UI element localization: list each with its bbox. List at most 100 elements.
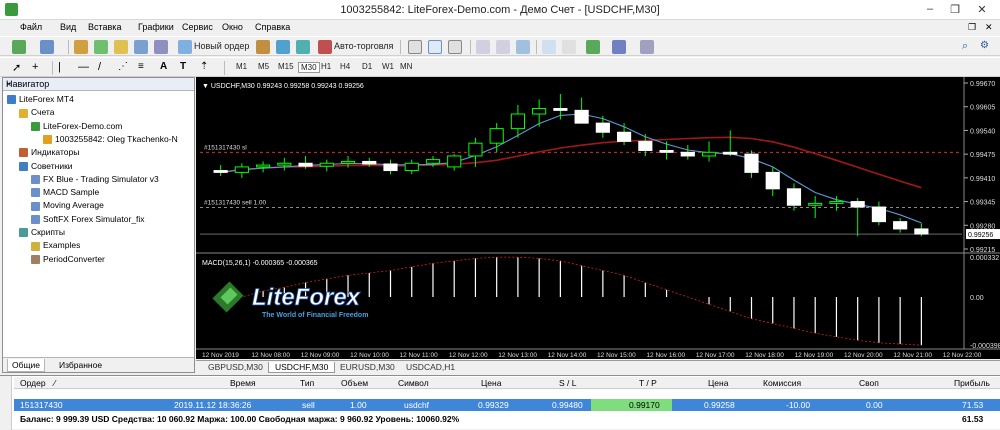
- timeframe-m5[interactable]: M5: [258, 62, 269, 71]
- restore-icon[interactable]: ❐: [968, 22, 976, 33]
- fibonacci-icon[interactable]: ≡: [138, 61, 152, 75]
- terminal-icon[interactable]: [134, 40, 148, 54]
- maximize-button[interactable]: ❐: [945, 3, 965, 16]
- col-order[interactable]: Ордер: [20, 378, 46, 388]
- close-chart-icon[interactable]: ✕: [985, 22, 993, 33]
- navigator-item[interactable]: Скрипты: [19, 227, 65, 238]
- navigator-item[interactable]: LiteForex MT4: [7, 94, 74, 105]
- navigator-item[interactable]: Moving Average: [31, 200, 104, 211]
- candle-body: [765, 171, 780, 190]
- chart-tab-usdcad[interactable]: USDCAD,H1: [400, 362, 461, 373]
- col-sl[interactable]: S / L: [559, 378, 576, 388]
- templates-icon[interactable]: [640, 40, 654, 54]
- navigator-item[interactable]: LiteForex-Demo.com: [31, 121, 122, 132]
- candlestick-icon[interactable]: [428, 40, 442, 54]
- col-commission[interactable]: Комиссия: [763, 378, 801, 388]
- alerts-icon[interactable]: [276, 40, 290, 54]
- timeframe-mn[interactable]: MN: [400, 62, 412, 71]
- navigator-icon[interactable]: [114, 40, 128, 54]
- tab-general[interactable]: Общие: [7, 359, 45, 372]
- navigator-item[interactable]: 1003255842: Oleg Tkachenko-N: [43, 134, 178, 145]
- bar-chart-icon[interactable]: [408, 40, 422, 54]
- periods-icon[interactable]: [612, 40, 626, 54]
- timeframe-m30[interactable]: M30: [298, 62, 320, 73]
- trendline-icon[interactable]: /: [98, 61, 112, 75]
- auto-trading-icon[interactable]: [318, 40, 332, 54]
- tab-favorites[interactable]: Избранное: [55, 359, 106, 371]
- order-label-sell: #151317430 sell 1.00: [204, 199, 267, 206]
- crosshair-icon[interactable]: +: [32, 61, 46, 75]
- navigator-item[interactable]: Индикаторы: [19, 147, 79, 158]
- navigator-item[interactable]: MACD Sample: [31, 187, 99, 198]
- text-icon[interactable]: A: [160, 61, 174, 75]
- timeframe-w1[interactable]: W1: [382, 62, 394, 71]
- menu-file[interactable]: Файл: [20, 22, 42, 32]
- zoom-out-icon[interactable]: [496, 40, 510, 54]
- col-current-price[interactable]: Цена: [708, 378, 728, 388]
- col-profit[interactable]: Прибыль: [954, 378, 990, 388]
- minimize-button[interactable]: –: [920, 3, 940, 15]
- chart-tab-gbpusd[interactable]: GBPUSD,M30: [202, 362, 269, 373]
- ma-blue-line: [220, 113, 922, 224]
- col-volume[interactable]: Объем: [341, 378, 368, 388]
- auto-trading-button[interactable]: Авто-торговля: [334, 41, 393, 51]
- candle-body: [595, 122, 610, 133]
- navigator-item[interactable]: PeriodConverter: [31, 254, 105, 265]
- navigator-item[interactable]: Счета: [19, 107, 54, 118]
- col-price[interactable]: Цена: [481, 378, 501, 388]
- tile-windows-icon[interactable]: [516, 40, 530, 54]
- chart-shift-icon[interactable]: [562, 40, 576, 54]
- timeframe-d1[interactable]: D1: [362, 62, 372, 71]
- data-window-icon[interactable]: [94, 40, 108, 54]
- zoom-in-icon[interactable]: [476, 40, 490, 54]
- menu-window[interactable]: Окно: [222, 22, 243, 32]
- navigator-item[interactable]: SoftFX Forex Simulator_fix: [31, 214, 145, 225]
- channel-icon[interactable]: ⋰: [118, 61, 132, 75]
- horizontal-line-icon[interactable]: —: [78, 61, 92, 75]
- col-swap[interactable]: Своп: [859, 378, 879, 388]
- label-icon[interactable]: T: [180, 61, 194, 75]
- navigator-item[interactable]: Советники: [19, 161, 73, 172]
- price-chart[interactable]: #151317430 sl #151317430 sell 1.00 0.9967…: [196, 77, 1000, 359]
- navigator-panel: Навигатор × LiteForex MT4 Счета LiteForex-…: [2, 77, 195, 373]
- order-row[interactable]: 151317430 2019.11.12 18:36:26 sell 1.00 …: [14, 399, 1000, 411]
- timeframe-h4[interactable]: H4: [340, 62, 350, 71]
- new-order-button[interactable]: Новый ордер: [194, 41, 249, 51]
- profiles-icon[interactable]: [40, 40, 54, 54]
- new-order-icon[interactable]: [178, 40, 192, 54]
- col-time[interactable]: Время: [230, 378, 256, 388]
- cursor-icon[interactable]: ➚: [12, 61, 26, 75]
- timeframe-m1[interactable]: M1: [236, 62, 247, 71]
- new-chart-icon[interactable]: [12, 40, 26, 54]
- menu-insert[interactable]: Вставка: [88, 22, 121, 32]
- chart-tab-eurusd[interactable]: EURUSD,M30: [334, 362, 401, 373]
- navigator-close-icon[interactable]: ×: [6, 79, 191, 89]
- timeframe-h1[interactable]: H1: [321, 62, 331, 71]
- arrows-icon[interactable]: ⇡: [200, 61, 214, 75]
- menu-help[interactable]: Справка: [255, 22, 290, 32]
- search-icon[interactable]: ⌕: [962, 40, 976, 54]
- chart-window[interactable]: #151317430 sl #151317430 sell 1.00 0.9967…: [196, 77, 1000, 359]
- chart-tab-usdchf[interactable]: USDCHF,M30: [268, 362, 336, 373]
- signals-icon[interactable]: [296, 40, 310, 54]
- settings-icon[interactable]: ⚙: [980, 40, 994, 54]
- menu-view[interactable]: Вид: [60, 22, 76, 32]
- navigator-item[interactable]: Examples: [31, 240, 80, 251]
- col-symbol[interactable]: Символ: [398, 378, 429, 388]
- time-label: 12 Nov 2019: [202, 352, 239, 359]
- timeframe-m15[interactable]: M15: [278, 62, 294, 71]
- col-tp[interactable]: T / P: [639, 378, 657, 388]
- metaeditor-icon[interactable]: [256, 40, 270, 54]
- tester-icon[interactable]: [154, 40, 168, 54]
- menu-charts[interactable]: Графики: [138, 22, 174, 32]
- col-type[interactable]: Тип: [300, 378, 314, 388]
- menu-tools[interactable]: Сервис: [182, 22, 213, 32]
- candle-body: [277, 162, 292, 166]
- vertical-line-icon[interactable]: |: [58, 61, 72, 75]
- line-chart-icon[interactable]: [448, 40, 462, 54]
- close-button[interactable]: ✕: [972, 3, 992, 16]
- navigator-item[interactable]: FX Blue - Trading Simulator v3: [31, 174, 159, 185]
- indicators-icon[interactable]: [586, 40, 600, 54]
- market-watch-icon[interactable]: [74, 40, 88, 54]
- autoscroll-icon[interactable]: [542, 40, 556, 54]
